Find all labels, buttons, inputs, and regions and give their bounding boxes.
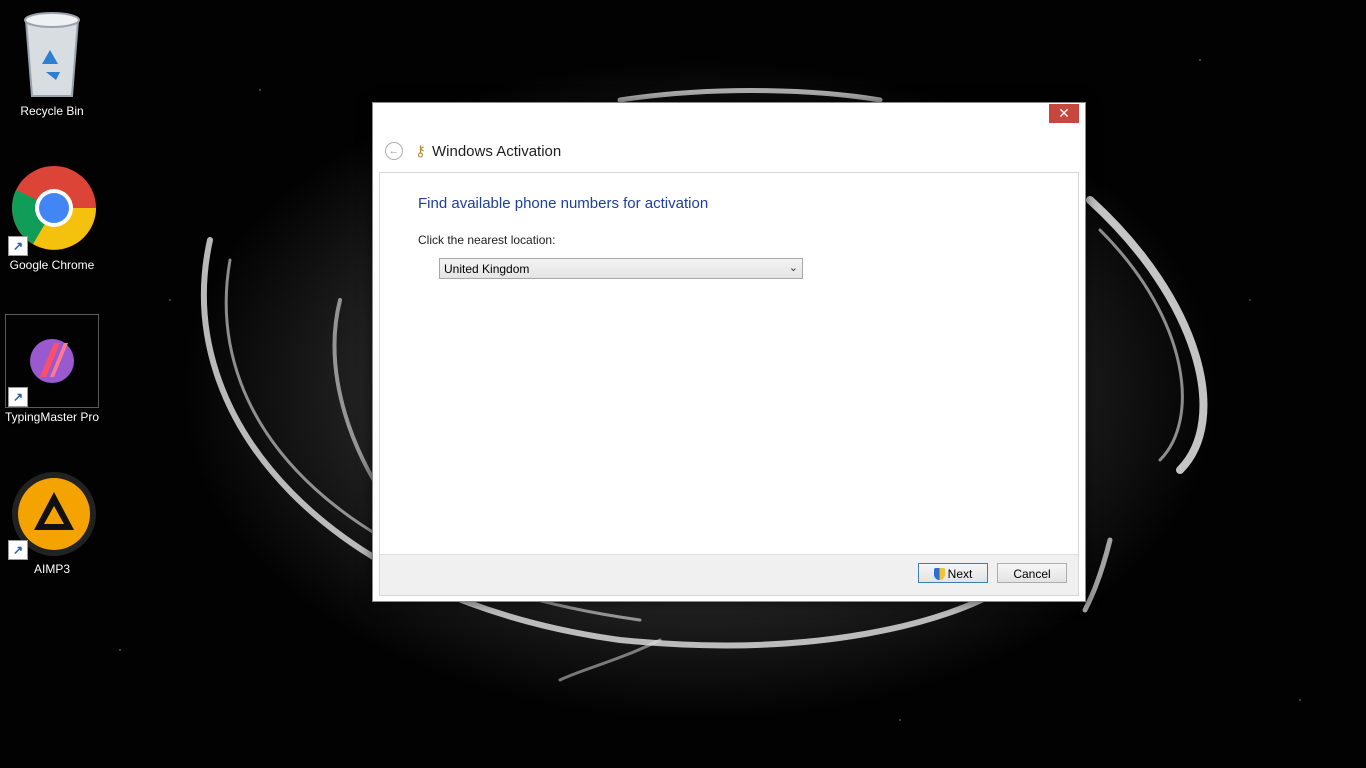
desktop-icon-typingmaster-pro[interactable]: ↗ TypingMaster Pro [4, 314, 100, 424]
keys-icon: ⚷ [415, 143, 426, 160]
typingmaster-icon: ↗ [5, 314, 99, 408]
cancel-button[interactable]: Cancel [997, 563, 1067, 583]
desktop-icon-aimp3[interactable]: ↗ AIMP3 [4, 468, 100, 576]
desktop-icon-label: TypingMaster Pro [4, 410, 100, 424]
recycle-bin-icon [6, 6, 98, 102]
next-button[interactable]: Next [918, 563, 988, 583]
shortcut-arrow-icon: ↗ [8, 387, 28, 407]
desktop-icon-label: AIMP3 [33, 562, 70, 576]
dialog-title: Windows Activation [432, 142, 562, 160]
location-prompt: Click the nearest location: [418, 233, 556, 247]
shortcut-arrow-icon: ↗ [8, 540, 28, 560]
uac-shield-icon [933, 568, 945, 580]
desktop-icon-label: Recycle Bin [20, 104, 84, 118]
page-heading: Find available phone numbers for activat… [418, 195, 709, 212]
location-select[interactable]: United Kingdom ⌄ [439, 258, 803, 279]
location-select-value: United Kingdom [444, 262, 530, 276]
shortcut-arrow-icon: ↗ [8, 236, 28, 256]
chrome-icon: ↗ [6, 164, 98, 256]
back-arrow-icon[interactable]: ← [385, 142, 403, 160]
aimp-icon: ↗ [6, 468, 98, 560]
desktop-icon-label: Google Chrome [9, 258, 95, 272]
desktop-icon-recycle-bin[interactable]: Recycle Bin [4, 6, 100, 118]
dialog-footer: Next Cancel [380, 554, 1078, 595]
next-button-label: Next [947, 567, 973, 581]
dialog-nav-row: ← ⚷ Windows Activation [385, 141, 561, 161]
desktop-icon-google-chrome[interactable]: ↗ Google Chrome [4, 164, 100, 272]
dialog-content: Find available phone numbers for activat… [379, 172, 1079, 596]
windows-activation-dialog: ✕ ← ⚷ Windows Activation Find available … [372, 102, 1086, 602]
close-button[interactable]: ✕ [1049, 104, 1079, 123]
chevron-down-icon: ⌄ [788, 262, 798, 274]
